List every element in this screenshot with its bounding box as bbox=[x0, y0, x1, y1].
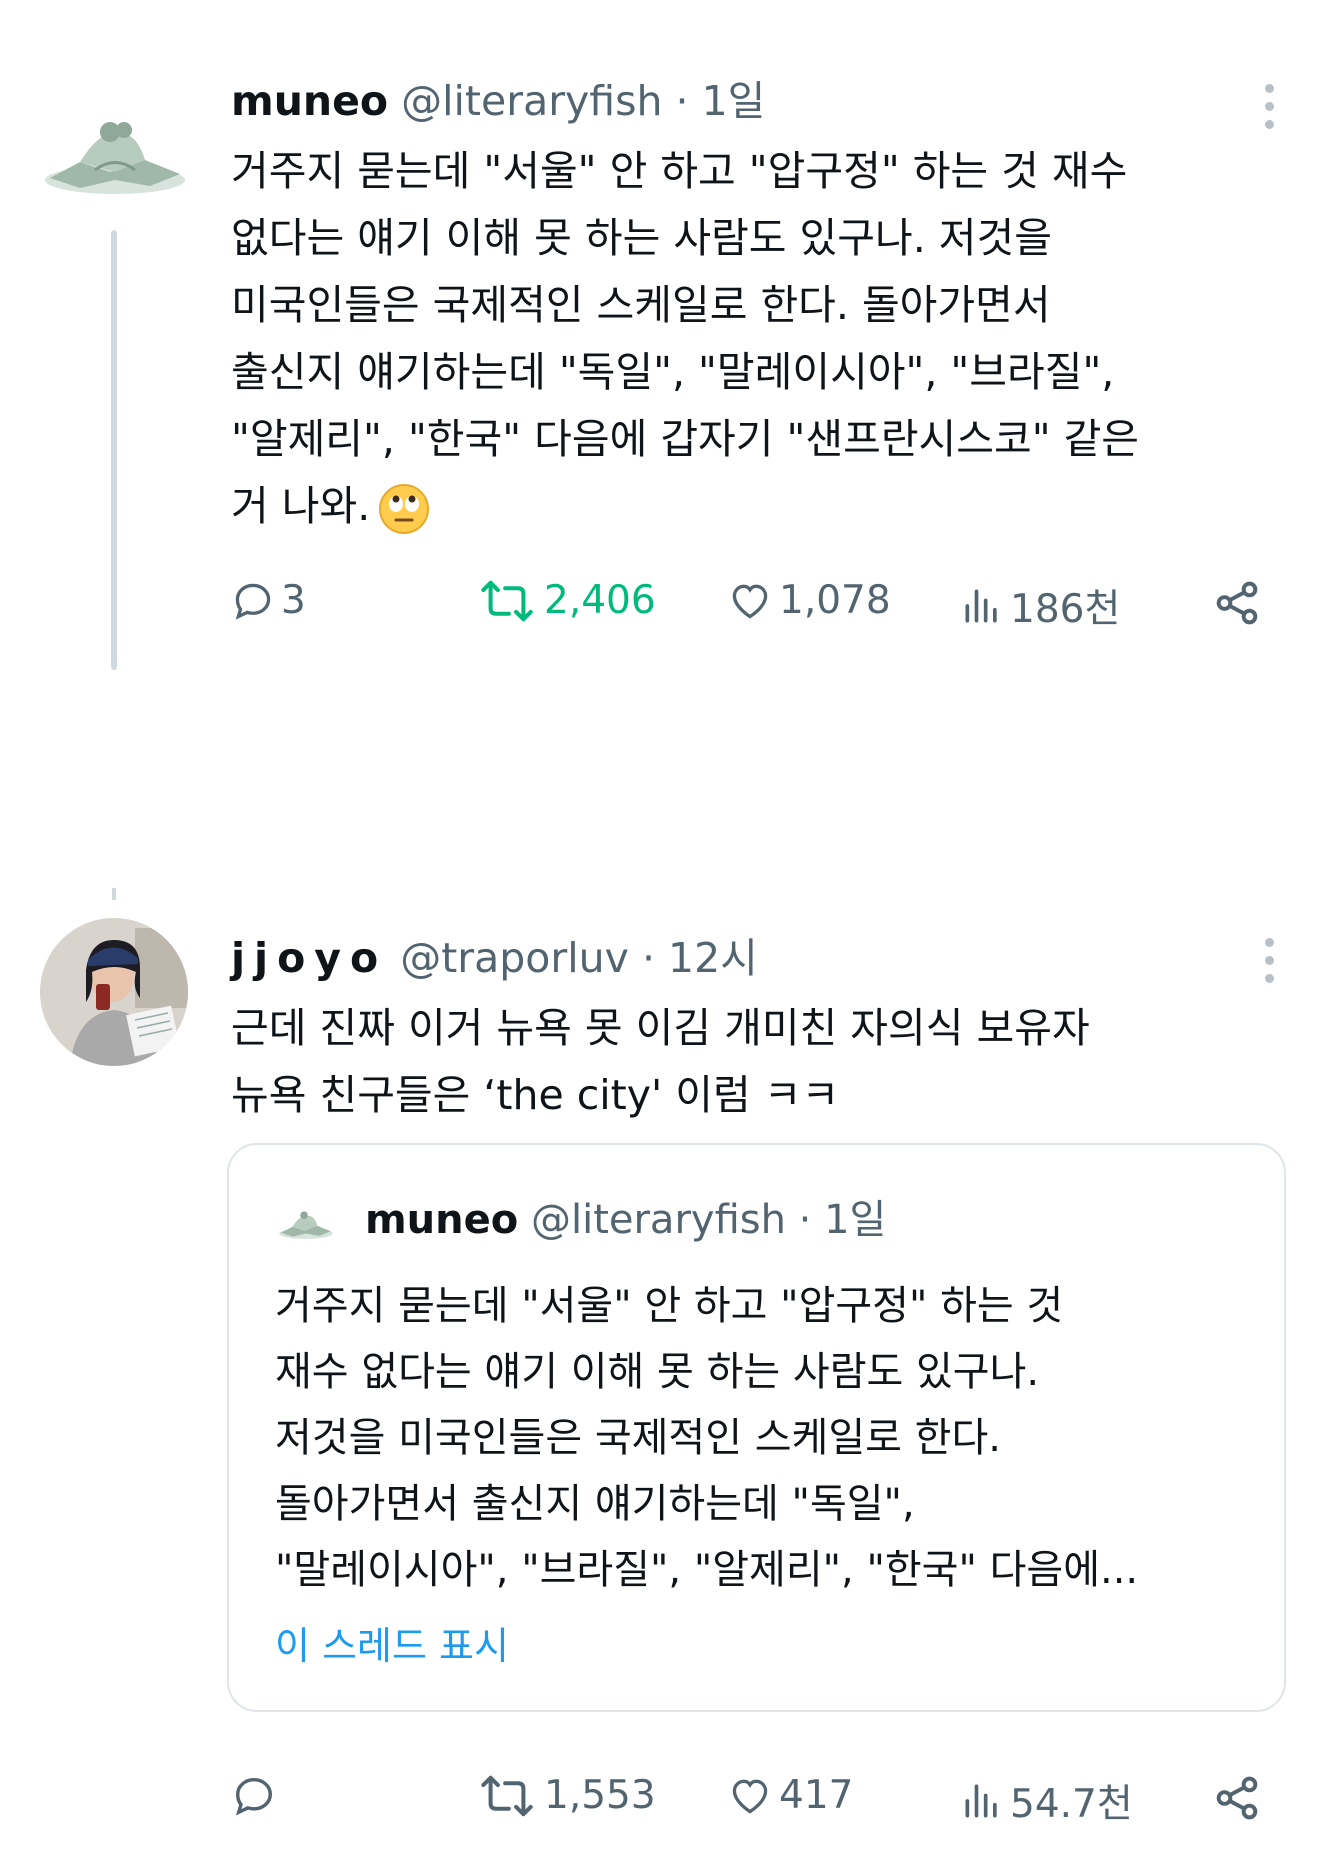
like-button[interactable]: 1,078 bbox=[727, 578, 891, 623]
thread-connector-line bbox=[111, 230, 117, 670]
tweet-line: 미국인들은 국제적인 스케일로 한다. 돌아가면서 bbox=[231, 281, 1051, 329]
post-time[interactable]: · 12시 bbox=[642, 934, 758, 982]
eye-roll-emoji-icon bbox=[379, 484, 430, 534]
avatar-photo bbox=[40, 918, 188, 1066]
heart-icon bbox=[732, 1779, 768, 1814]
tweet1-header: muneo @literaryfish · 1일 bbox=[231, 76, 765, 126]
quoted-line: 거주지 묻는데 "서울" 안 하고 "압구정" 하는 것 bbox=[275, 1283, 1064, 1329]
quoted-line: 저것을 미국인들은 국제적인 스케일로 한다. bbox=[275, 1415, 1001, 1461]
author-handle[interactable]: @traporluv bbox=[400, 934, 629, 982]
view-count: 54.7천 bbox=[1010, 1782, 1133, 1827]
share-icon bbox=[1216, 1776, 1258, 1820]
reply-icon bbox=[235, 583, 271, 620]
post-time[interactable]: · 1일 bbox=[676, 77, 766, 125]
quoted-avatar-muneo bbox=[279, 1211, 333, 1239]
author-handle[interactable]: @literaryfish bbox=[401, 77, 662, 125]
tweet-line: 뉴욕 친구들은 ‘the city' 이럼 ㅋㅋ bbox=[231, 1071, 840, 1119]
more-options-icon[interactable] bbox=[1262, 938, 1276, 992]
tweet-line: 근데 진짜 이거 뉴욕 못 이김 개미친 자의식 보유자 bbox=[231, 1004, 1090, 1052]
views-chart-icon bbox=[965, 1784, 997, 1818]
quoted-text: 거주지 묻는데 "서울" 안 하고 "압구정" 하는 것 재수 없다는 얘기 이… bbox=[275, 1273, 1138, 1603]
views-button[interactable]: 54.7천 bbox=[960, 1773, 1133, 1829]
more-options-icon[interactable] bbox=[1262, 84, 1276, 138]
author-name[interactable]: muneo bbox=[231, 77, 388, 125]
reply-button[interactable] bbox=[231, 1773, 283, 1819]
quoted-author-handle: @literaryfish bbox=[530, 1197, 786, 1243]
share-button[interactable] bbox=[1212, 578, 1268, 628]
like-count: 1,078 bbox=[779, 578, 891, 623]
avatar-muneo[interactable] bbox=[40, 100, 190, 210]
retweet-button[interactable]: 2,406 bbox=[476, 578, 656, 623]
quoted-tweet-card[interactable]: muneo @literaryfish · 1일 거주지 묻는데 "서울" 안 … bbox=[227, 1143, 1286, 1712]
author-name[interactable]: jjoyo bbox=[231, 934, 387, 982]
quoted-post-time: · 1일 bbox=[798, 1197, 887, 1243]
avatar-jjoyo[interactable] bbox=[40, 918, 188, 1066]
retweet-icon bbox=[481, 580, 533, 621]
views-chart-icon bbox=[965, 589, 997, 623]
tweet-line: 거 나와. bbox=[231, 473, 1139, 540]
retweet-count: 2,406 bbox=[544, 578, 656, 623]
retweet-count: 1,553 bbox=[544, 1773, 656, 1818]
quoted-line: "말레이시아", "브라질", "알제리", "한국" 다음에... bbox=[275, 1547, 1139, 1593]
retweet-button[interactable]: 1,553 bbox=[476, 1773, 656, 1818]
quoted-author-name: muneo bbox=[365, 1197, 519, 1243]
tweet-line: 없다는 얘기 이해 못 하는 사람도 있구나. 저것을 bbox=[231, 214, 1052, 262]
views-button[interactable]: 186천 bbox=[960, 578, 1120, 634]
tweet2-header: jjoyo @traporluv · 12시 bbox=[231, 933, 758, 983]
quoted-line: 돌아가면서 출신지 얘기하는데 "독일", bbox=[275, 1481, 915, 1527]
quoted-line: 재수 없다는 얘기 이해 못 하는 사람도 있구나. bbox=[275, 1349, 1040, 1395]
tweet2-text: 근데 진짜 이거 뉴욕 못 이김 개미친 자의식 보유자 뉴욕 친구들은 ‘th… bbox=[231, 995, 1090, 1129]
quoted-header: muneo @literaryfish · 1일 bbox=[365, 1195, 886, 1245]
retweet-icon bbox=[481, 1775, 533, 1816]
tweet-line: 출신지 얘기하는데 "독일", "말레이시아", "브라질", bbox=[231, 348, 1115, 396]
reply-button[interactable]: 3 bbox=[231, 578, 306, 623]
share-button[interactable] bbox=[1212, 1773, 1268, 1823]
view-count: 186천 bbox=[1010, 587, 1121, 632]
show-thread-link[interactable]: 이 스레드 표시 bbox=[275, 1615, 509, 1670]
reply-icon bbox=[235, 1777, 273, 1816]
tweet-line: 거주지 묻는데 "서울" 안 하고 "압구정" 하는 것 재수 bbox=[231, 147, 1128, 195]
share-icon bbox=[1216, 581, 1258, 625]
heart-icon bbox=[732, 584, 768, 619]
reply-count: 3 bbox=[281, 578, 306, 623]
thread-connector-dot bbox=[112, 888, 116, 900]
tweet-line-text: 거 나와. bbox=[231, 482, 371, 530]
like-button[interactable]: 417 bbox=[727, 1773, 853, 1818]
like-count: 417 bbox=[779, 1773, 854, 1818]
tweet-line: "알제리", "한국" 다음에 갑자기 "샌프란시스코" 같은 bbox=[231, 415, 1140, 463]
tweet1-text: 거주지 묻는데 "서울" 안 하고 "압구정" 하는 것 재수 없다는 얘기 이… bbox=[231, 138, 1139, 540]
